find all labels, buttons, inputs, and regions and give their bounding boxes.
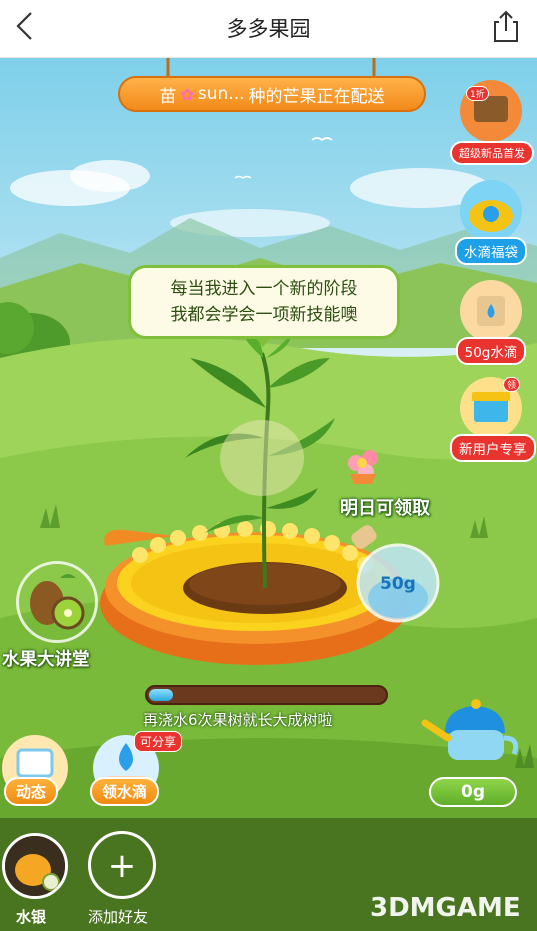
nav-bar: 多多果园 bbox=[0, 0, 537, 58]
bubble-line-1: 每当我进入一个新的阶段 bbox=[170, 279, 358, 299]
add-friend-button[interactable]: + bbox=[88, 831, 156, 899]
bubble-line-2: 我都会学会一项新技能噢 bbox=[170, 305, 358, 325]
water-bag-button[interactable]: 水滴福袋 bbox=[450, 180, 532, 265]
mango-avatar-icon bbox=[5, 836, 65, 896]
growth-progress-fill bbox=[149, 689, 173, 701]
kettle-amount[interactable]: 0g bbox=[429, 777, 517, 807]
watermark: 3DMGAME bbox=[370, 893, 521, 923]
gift-box-icon: 领 bbox=[460, 377, 522, 439]
feed-button[interactable]: 动态 bbox=[4, 777, 59, 806]
growth-progress-bar bbox=[145, 685, 388, 705]
shareable-badge: 可分享 bbox=[134, 731, 183, 752]
speech-bubble-tail bbox=[254, 336, 272, 347]
get-water-button[interactable]: 领水滴 bbox=[90, 777, 160, 806]
water-50g-label: 50g水滴 bbox=[455, 337, 527, 365]
delivery-banner[interactable]: 苗 ✿ sun... 种的芒果正在配送 bbox=[118, 76, 426, 112]
water-bag-icon bbox=[460, 180, 522, 242]
new-product-button[interactable]: 1折 超级新品首发 bbox=[450, 80, 534, 165]
friend-name[interactable]: 水银 bbox=[16, 906, 46, 927]
banner-name: sun... bbox=[197, 84, 245, 104]
water-50g-button[interactable]: 50g水滴 bbox=[450, 280, 532, 365]
kiwi-icon[interactable] bbox=[16, 561, 98, 643]
water-card-icon bbox=[460, 280, 522, 342]
claim-tag: 领 bbox=[502, 377, 520, 392]
share-icon[interactable] bbox=[489, 8, 523, 44]
add-friend-label[interactable]: 添加好友 bbox=[88, 906, 148, 927]
banner-prefix: 苗 bbox=[159, 86, 177, 107]
banner-text: 种的芒果正在配送 bbox=[248, 86, 385, 107]
page-title: 多多果园 bbox=[226, 17, 311, 41]
water-bottle-amount[interactable]: 50g bbox=[380, 574, 416, 594]
growth-progress-text: 再浇水6次果树就长大成树啦 bbox=[143, 711, 333, 729]
discount-tag: 1折 bbox=[466, 86, 489, 101]
tomorrow-claim-label[interactable]: 明日可领取 bbox=[340, 494, 430, 520]
orchard-scene: 苗 ✿ sun... 种的芒果正在配送 每当我进入一个新的阶段 我都会学会一项新… bbox=[0, 58, 537, 931]
orchard-screen: 多多果园 苗 ✿ sun... 种的芒果正在配送 每当我进入一个新的阶段 我都会… bbox=[0, 0, 537, 931]
speech-bubble: 每当我进入一个新的阶段 我都会学会一项新技能噢 bbox=[128, 265, 400, 339]
gift-shop-icon: 1折 bbox=[460, 80, 522, 142]
plus-icon: + bbox=[107, 846, 137, 886]
water-bag-label: 水滴福袋 bbox=[455, 237, 527, 265]
flower-icon: ✿ bbox=[180, 84, 194, 104]
new-user-button[interactable]: 领 新用户专享 bbox=[450, 377, 536, 462]
new-product-label: 超级新品首发 bbox=[450, 141, 534, 165]
new-user-label: 新用户专享 bbox=[450, 434, 536, 462]
avatar[interactable] bbox=[2, 833, 68, 899]
fruit-lecture-label[interactable]: 水果大讲堂 bbox=[2, 646, 90, 671]
